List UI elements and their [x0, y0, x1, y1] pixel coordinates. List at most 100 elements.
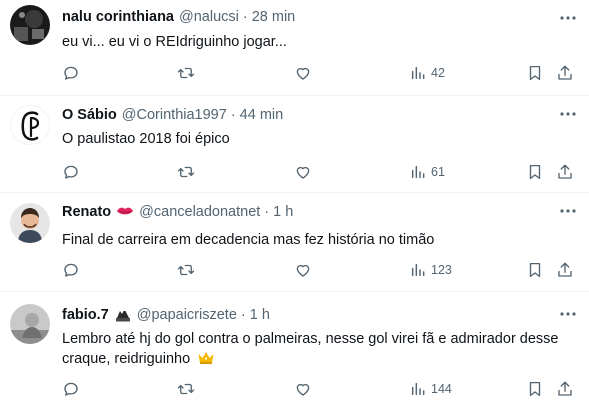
avatar[interactable]	[10, 105, 50, 145]
bookmark-button[interactable]	[526, 259, 544, 281]
dark-photo-avatar-icon	[10, 5, 50, 45]
bookmark-icon	[529, 381, 541, 397]
tweet-time[interactable]: 1 h	[250, 306, 270, 324]
views-chart-icon	[411, 263, 425, 277]
tweet-header: Renato @canceladonatnet · 1 h	[62, 203, 293, 221]
reply-button[interactable]	[62, 378, 80, 400]
retweet-icon	[177, 264, 195, 276]
author-handle[interactable]: @nalucsi	[179, 8, 239, 26]
more-options-icon[interactable]	[559, 308, 577, 320]
reply-button[interactable]	[62, 161, 80, 183]
share-button[interactable]	[556, 378, 574, 400]
author-name[interactable]: O Sábio	[62, 106, 117, 124]
separator-dot: ·	[240, 307, 246, 323]
separator-dot: ·	[264, 204, 270, 220]
tweet-actions: 61	[62, 161, 582, 183]
like-button[interactable]	[294, 259, 312, 281]
share-icon	[558, 262, 572, 277]
separator-dot: ·	[230, 107, 236, 123]
author-handle[interactable]: @canceladonatnet	[139, 203, 260, 221]
views-button[interactable]: 61	[410, 161, 445, 183]
avatar[interactable]	[10, 203, 50, 243]
share-button[interactable]	[556, 62, 574, 84]
share-icon	[558, 65, 572, 80]
views-count: 123	[431, 263, 452, 277]
views-button[interactable]: 42	[410, 62, 445, 84]
author-name[interactable]: Renato	[62, 203, 111, 221]
tweet-text: Lembro até hj do gol contra o palmeiras,…	[62, 329, 567, 371]
avatar[interactable]	[10, 5, 50, 45]
tweet-time[interactable]: 1 h	[273, 203, 293, 221]
heart-icon	[296, 166, 310, 179]
bookmark-icon	[529, 262, 541, 278]
tweet-text: Final de carreira em decadencia mas fez …	[62, 232, 435, 248]
share-button[interactable]	[556, 259, 574, 281]
views-count: 144	[431, 382, 452, 396]
retweet-button[interactable]	[176, 259, 196, 281]
tweet-item[interactable]: fabio.7 @papaicriszete · 1 h Lembro até …	[0, 292, 589, 412]
tweet-actions: 144	[62, 378, 582, 400]
bookmark-icon	[529, 164, 541, 180]
tweet-header: nalu corinthiana @nalucsi · 28 min	[62, 8, 295, 26]
reply-button[interactable]	[62, 62, 80, 84]
tweet-item[interactable]: Renato @canceladonatnet · 1 h Final de c…	[0, 193, 589, 292]
author-handle[interactable]: @Corinthia1997	[122, 106, 227, 124]
views-count: 42	[431, 66, 445, 80]
reply-icon	[64, 165, 78, 179]
views-chart-icon	[411, 165, 425, 179]
tweet-header: fabio.7 @papaicriszete · 1 h	[62, 306, 270, 324]
retweet-icon	[177, 166, 195, 178]
tweet-actions: 42	[62, 62, 582, 84]
tweet-text: O paulistao 2018 foi épico	[62, 131, 230, 147]
views-count: 61	[431, 165, 445, 179]
tweet-header: O Sábio @Corinthia1997 · 44 min	[62, 106, 283, 124]
bookmark-icon	[529, 65, 541, 81]
retweet-icon	[177, 383, 195, 395]
tweet-item[interactable]: nalu corinthiana @nalucsi · 28 min eu vi…	[0, 0, 589, 96]
tweet-time[interactable]: 28 min	[252, 8, 296, 26]
author-name[interactable]: fabio.7	[62, 306, 109, 324]
heart-icon	[296, 264, 310, 277]
more-options-icon[interactable]	[559, 108, 577, 120]
retweet-button[interactable]	[176, 378, 196, 400]
author-handle[interactable]: @papaicriszete	[137, 306, 237, 324]
cartoon-avatar-icon	[10, 203, 50, 243]
tweet-text: eu vi... eu vi o REIdriguinho jogar...	[62, 34, 287, 50]
reply-icon	[64, 263, 78, 277]
more-options-icon[interactable]	[559, 12, 577, 24]
like-button[interactable]	[294, 378, 312, 400]
retweet-icon	[177, 67, 195, 79]
lips-icon	[116, 205, 134, 219]
like-button[interactable]	[294, 161, 312, 183]
more-options-icon[interactable]	[559, 205, 577, 217]
share-icon	[558, 381, 572, 396]
views-button[interactable]: 144	[410, 378, 452, 400]
heart-icon	[296, 67, 310, 80]
share-icon	[558, 164, 572, 179]
views-button[interactable]: 123	[410, 259, 452, 281]
tweet-feed: nalu corinthiana @nalucsi · 28 min eu vi…	[0, 0, 589, 412]
heart-icon	[296, 383, 310, 396]
tweet-text-content: Lembro até hj do gol contra o palmeiras,…	[62, 331, 559, 367]
reply-icon	[64, 66, 78, 80]
tweet-actions: 123	[62, 259, 582, 281]
like-button[interactable]	[294, 62, 312, 84]
avatar[interactable]	[10, 304, 50, 344]
tweet-item[interactable]: O Sábio @Corinthia1997 · 44 min O paulis…	[0, 96, 589, 193]
retweet-button[interactable]	[176, 62, 196, 84]
crown-icon	[197, 350, 215, 371]
reply-button[interactable]	[62, 259, 80, 281]
gray-photo-avatar-icon	[10, 304, 50, 344]
corinthians-logo-icon	[11, 106, 49, 144]
bookmark-button[interactable]	[526, 62, 544, 84]
flag-emoji-icon	[114, 307, 132, 323]
tweet-time[interactable]: 44 min	[240, 106, 284, 124]
separator-dot: ·	[242, 9, 248, 25]
share-button[interactable]	[556, 161, 574, 183]
reply-icon	[64, 382, 78, 396]
views-chart-icon	[411, 66, 425, 80]
bookmark-button[interactable]	[526, 161, 544, 183]
retweet-button[interactable]	[176, 161, 196, 183]
bookmark-button[interactable]	[526, 378, 544, 400]
author-name[interactable]: nalu corinthiana	[62, 8, 174, 26]
